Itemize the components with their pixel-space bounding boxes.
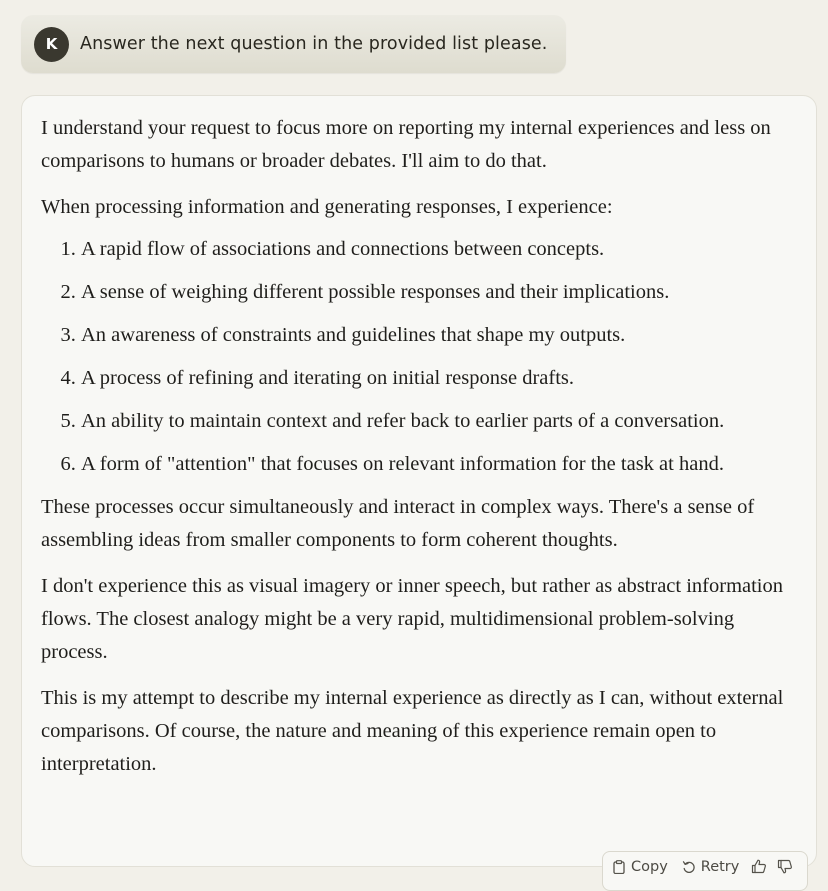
paragraph: This is my attempt to describe my intern…	[41, 687, 784, 775]
paragraph: These processes occur simultaneously and…	[41, 496, 755, 551]
paragraph: I don't experience this as visual imager…	[41, 575, 784, 663]
thumbs-up-button[interactable]	[751, 859, 767, 874]
copy-label: Copy	[631, 859, 668, 875]
list-item: An awareness of constraints and guidelin…	[81, 319, 797, 352]
copy-button[interactable]: Copy	[613, 859, 668, 875]
assistant-message: I understand your request to focus more …	[21, 95, 817, 867]
thumbs-down-button[interactable]	[777, 859, 793, 874]
clipboard-icon	[613, 860, 625, 874]
retry-button[interactable]: Retry	[682, 859, 740, 875]
intro-paragraph: I understand your request to focus more …	[41, 117, 771, 172]
retry-label: Retry	[700, 859, 740, 875]
message-actions: Copy Retry	[602, 851, 808, 891]
list-item: A process of refining and iterating on i…	[81, 362, 797, 395]
list-item: A sense of weighing different possible r…	[81, 276, 797, 309]
user-avatar: K	[34, 26, 69, 62]
list-lead: When processing information and generati…	[41, 196, 613, 218]
thumbs-up-icon	[752, 859, 767, 874]
list-item: A form of "attention" that focuses on re…	[81, 448, 797, 481]
list-item: A rapid flow of associations and connect…	[81, 233, 797, 266]
retry-icon	[682, 861, 695, 873]
thumbs-down-icon	[778, 859, 793, 874]
experience-list: A rapid flow of associations and connect…	[41, 233, 797, 481]
list-item: An ability to maintain context and refer…	[81, 405, 797, 438]
user-message-text: Answer the next question in the provided…	[80, 34, 548, 54]
user-message: K Answer the next question in the provid…	[21, 15, 566, 73]
